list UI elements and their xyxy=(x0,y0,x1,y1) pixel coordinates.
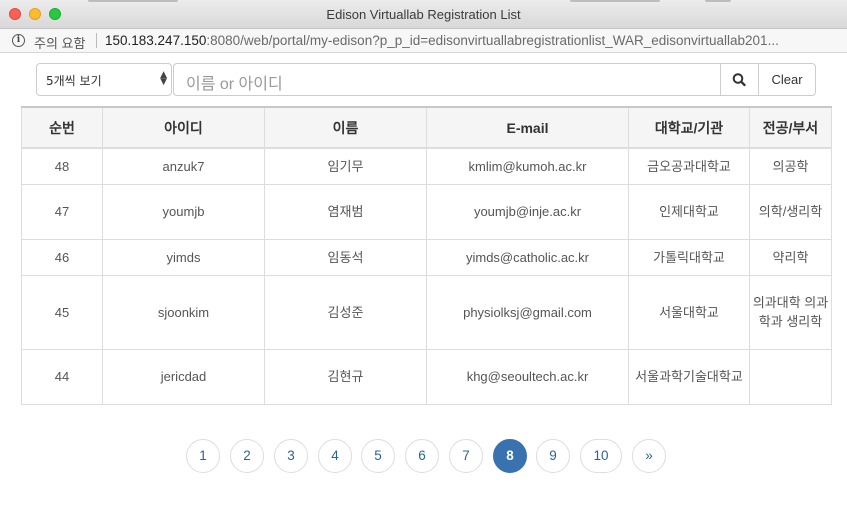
cell-institution: 서울대학교 xyxy=(628,274,750,350)
cell-id: yimds xyxy=(102,238,265,276)
cell-id: anzuk7 xyxy=(102,147,265,185)
cell-id: sjoonkim xyxy=(102,274,265,350)
clear-button[interactable]: Clear xyxy=(758,63,816,96)
page-link-10[interactable]: 10 xyxy=(580,439,622,473)
security-warning[interactable]: 주의 요함 xyxy=(34,33,85,52)
page-link-6[interactable]: 6 xyxy=(405,439,439,473)
search-placeholder: 이름 or 아이디 xyxy=(186,76,283,93)
page-link-4[interactable]: 4 xyxy=(318,439,352,473)
background-window-edge xyxy=(88,0,178,2)
url-text[interactable]: 150.183.247.150:8080/web/portal/my-ediso… xyxy=(105,33,779,48)
table-row[interactable]: 46 yimds 임동석 yimds@catholic.ac.kr 가톨릭대학교… xyxy=(21,238,832,276)
cell-number: 48 xyxy=(21,147,103,185)
cell-department xyxy=(749,348,832,405)
search-input[interactable]: 이름 or 아이디 xyxy=(173,63,721,96)
address-divider xyxy=(96,33,97,48)
cell-email: youmjb@inje.ac.kr xyxy=(426,183,629,240)
registration-table: 순번 아이디 이름 E-mail 대학교/기관 전공/부서 48 anzuk7 … xyxy=(21,106,832,405)
page-link-9[interactable]: 9 xyxy=(536,439,570,473)
page-size-value: 5개씩 보기 xyxy=(46,74,102,88)
select-arrows-icon: ▲ ▼ xyxy=(160,70,167,87)
search-button[interactable] xyxy=(720,63,759,96)
cell-number: 47 xyxy=(21,183,103,240)
page-link-7[interactable]: 7 xyxy=(449,439,483,473)
page-size-select[interactable]: 5개씩 보기 ▲ ▼ xyxy=(36,63,172,96)
cell-name: 염재범 xyxy=(264,183,427,240)
page-link-3[interactable]: 3 xyxy=(274,439,308,473)
info-icon[interactable]: i xyxy=(12,34,25,47)
url-host: 150.183.247.150 xyxy=(105,33,207,48)
cell-department: 약리학 xyxy=(749,238,832,276)
background-window-edge xyxy=(705,0,731,2)
cell-name: 김현규 xyxy=(264,348,427,405)
cell-email: physiolksj@gmail.com xyxy=(426,274,629,350)
next-page-button[interactable]: » xyxy=(632,439,666,473)
page-link-8-current[interactable]: 8 xyxy=(493,439,527,473)
cell-department: 의학/생리학 xyxy=(749,183,832,240)
table-row[interactable]: 45 sjoonkim 김성준 physiolksj@gmail.com 서울대… xyxy=(21,274,832,350)
col-header-department[interactable]: 전공/부서 xyxy=(749,106,832,149)
col-header-number[interactable]: 순번 xyxy=(21,106,103,149)
page-link-2[interactable]: 2 xyxy=(230,439,264,473)
cell-email: kmlim@kumoh.ac.kr xyxy=(426,147,629,185)
table-row[interactable]: 47 youmjb 염재범 youmjb@inje.ac.kr 인제대학교 의학… xyxy=(21,183,832,240)
page-link-1[interactable]: 1 xyxy=(186,439,220,473)
cell-institution: 인제대학교 xyxy=(628,183,750,240)
table-row[interactable]: 44 jericdad 김현규 khg@seoultech.ac.kr 서울과학… xyxy=(21,348,832,405)
address-bar[interactable]: i 주의 요함 150.183.247.150:8080/web/portal/… xyxy=(0,29,847,53)
cell-number: 46 xyxy=(21,238,103,276)
table-header-row: 순번 아이디 이름 E-mail 대학교/기관 전공/부서 xyxy=(21,106,832,149)
background-window-edge xyxy=(570,0,660,2)
search-icon xyxy=(732,73,746,87)
cell-id: youmjb xyxy=(102,183,265,240)
cell-name: 임기무 xyxy=(264,147,427,185)
cell-institution: 서울과학기술대학교 xyxy=(628,348,750,405)
cell-name: 김성준 xyxy=(264,274,427,350)
cell-department: 의공학 xyxy=(749,147,832,185)
url-path: :8080/web/portal/my-edison?p_p_id=edison… xyxy=(206,33,779,48)
cell-number: 45 xyxy=(21,274,103,350)
cell-institution: 금오공과대학교 xyxy=(628,147,750,185)
cell-number: 44 xyxy=(21,348,103,405)
cell-email: khg@seoultech.ac.kr xyxy=(426,348,629,405)
window-titlebar: Edison Virtuallab Registration List xyxy=(0,0,847,29)
col-header-email[interactable]: E-mail xyxy=(426,106,629,149)
page-link-5[interactable]: 5 xyxy=(361,439,395,473)
cell-email: yimds@catholic.ac.kr xyxy=(426,238,629,276)
col-header-id[interactable]: 아이디 xyxy=(102,106,265,149)
window-title: Edison Virtuallab Registration List xyxy=(326,7,521,22)
cell-id: jericdad xyxy=(102,348,265,405)
cell-name: 임동석 xyxy=(264,238,427,276)
cell-institution: 가톨릭대학교 xyxy=(628,238,750,276)
col-header-institution[interactable]: 대학교/기관 xyxy=(628,106,750,149)
cell-department: 의과대학 의과학과 생리학 xyxy=(749,274,832,350)
col-header-name[interactable]: 이름 xyxy=(264,106,427,149)
table-row[interactable]: 48 anzuk7 임기무 kmlim@kumoh.ac.kr 금오공과대학교 … xyxy=(21,147,832,185)
